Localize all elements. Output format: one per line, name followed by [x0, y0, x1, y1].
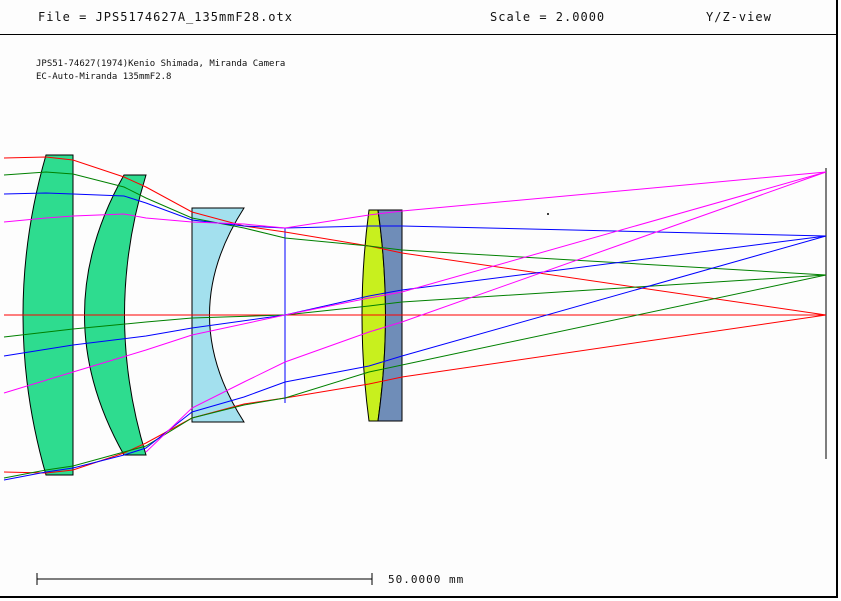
- lens-diagram: [3, 154, 827, 585]
- ray-edge-lower: [145, 171, 827, 453]
- ray-mid-chief: [3, 274, 827, 338]
- marker-dot: [547, 213, 549, 215]
- drawing-frame: File = JPS5174627A_135mmF28.otx Scale = …: [0, 0, 838, 598]
- scale-bar-label: 50.0000 mm: [388, 573, 465, 586]
